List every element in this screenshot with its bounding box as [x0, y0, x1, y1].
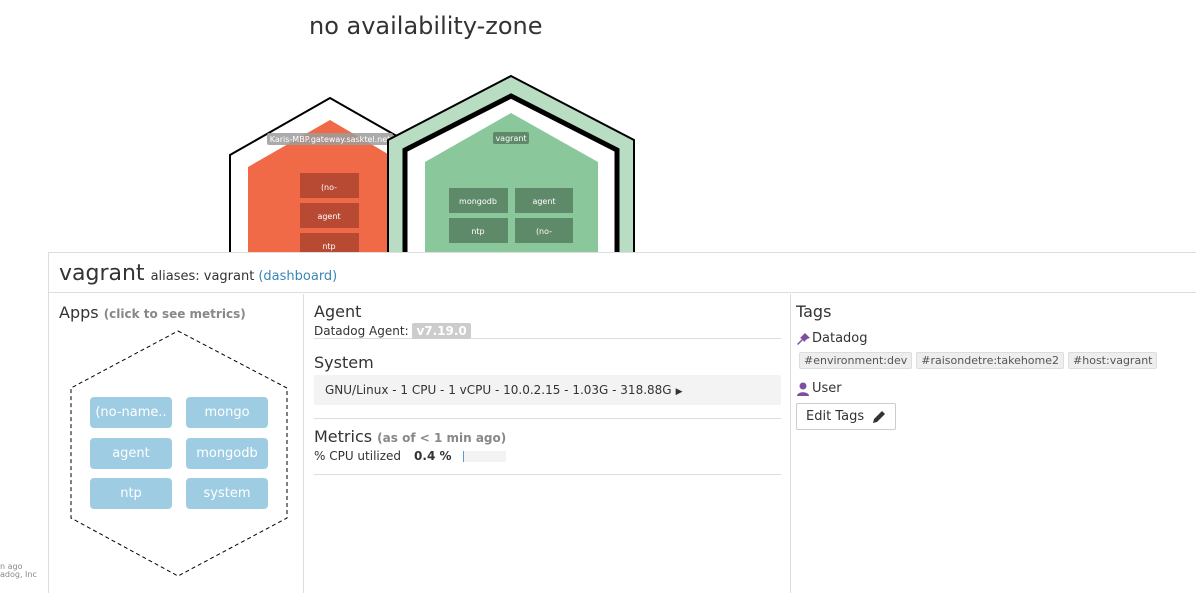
cpu-metric-label: % CPU utilized: [314, 449, 402, 463]
host-aliases: aliases: vagrant: [150, 269, 255, 284]
map-app-chip: agent: [532, 197, 555, 206]
map-app-chip: ntp: [322, 242, 335, 251]
tag-chip[interactable]: #raisondetre:takehome2: [916, 352, 1065, 369]
apps-hint: (click to see metrics): [103, 307, 246, 321]
tag-chip[interactable]: #host:vagrant: [1068, 352, 1158, 369]
metrics-block: Metrics (as of < 1 min ago) % CPU utiliz…: [314, 419, 781, 475]
map-app-chip: ntp: [471, 227, 484, 236]
metrics-title: Metrics: [314, 427, 373, 446]
app-button-agent[interactable]: agent: [90, 438, 172, 469]
host-info-section: Agent Datadog Agent: v7.19.0 System GNU/…: [304, 294, 791, 593]
map-app-chip: (no-: [321, 183, 337, 192]
map-app-chip: agent: [317, 212, 340, 221]
host-label-vagrant: vagrant: [495, 134, 526, 143]
tag-group-title: User: [812, 381, 842, 396]
host-label-karis: Karis-MBP.gateway.sasktel.net: [270, 135, 391, 144]
tags-section: Tags Datadog #environment:dev #raisondet…: [791, 294, 1196, 593]
pencil-icon: [873, 410, 886, 423]
agent-version-badge: v7.19.0: [412, 323, 471, 339]
app-button-ntp[interactable]: ntp: [90, 478, 172, 509]
cpu-metric-row[interactable]: % CPU utilized 0.4 %: [314, 449, 781, 463]
apps-heading: Apps (click to see metrics): [59, 303, 246, 322]
pin-icon: [797, 332, 810, 345]
tag-group-datadog: Datadog: [796, 331, 1196, 346]
tag-group-user: User: [796, 381, 1196, 396]
agent-block: Agent Datadog Agent: v7.19.0: [314, 294, 781, 339]
app-button-no-name[interactable]: (no-name..: [90, 397, 172, 428]
user-icon: [797, 382, 809, 396]
host-details-panel: vagrant aliases: vagrant (dashboard) App…: [48, 252, 1196, 593]
map-app-chip: mongodb: [459, 197, 497, 206]
app-button-system[interactable]: system: [186, 478, 268, 509]
agent-label: Datadog Agent:: [314, 324, 409, 338]
host-map: Karis-MBP.gateway.sasktel.net (no- agent…: [229, 74, 635, 260]
cpu-metric-value: 0.4 %: [414, 449, 452, 463]
footer-text: n ago adog, Inc: [0, 563, 37, 579]
apps-section: Apps (click to see metrics) (no-name.. m…: [49, 294, 304, 593]
panel-header: vagrant aliases: vagrant (dashboard): [49, 253, 1196, 293]
system-title: System: [314, 353, 374, 372]
edit-tags-label: Edit Tags: [806, 409, 865, 424]
footer-line: adog, Inc: [0, 570, 37, 579]
host-hex-vagrant[interactable]: vagrant mongodb agent ntp (no-: [387, 74, 635, 260]
dashboard-link[interactable]: (dashboard): [258, 269, 337, 284]
tags-title: Tags: [796, 302, 832, 321]
cpu-metric-fill: [462, 450, 464, 462]
host-name: vagrant: [59, 261, 145, 286]
app-button-mongodb[interactable]: mongodb: [186, 438, 268, 469]
agent-title: Agent: [314, 302, 362, 321]
tag-group-title: Datadog: [812, 331, 868, 346]
map-app-chip: (no-: [536, 227, 552, 236]
system-info-text: GNU/Linux - 1 CPU - 1 vCPU - 10.0.2.15 -…: [325, 383, 672, 397]
apps-title: Apps: [59, 303, 99, 322]
cpu-metric-bar: [462, 450, 506, 462]
system-info-toggle[interactable]: GNU/Linux - 1 CPU - 1 vCPU - 10.0.2.15 -…: [314, 375, 781, 405]
apps-hexagon: (no-name.. mongo agent mongodb ntp syste…: [69, 330, 289, 578]
caret-right-icon: ▶: [675, 387, 683, 397]
tag-chip[interactable]: #environment:dev: [799, 352, 913, 369]
system-block: System GNU/Linux - 1 CPU - 1 vCPU - 10.0…: [314, 345, 781, 419]
app-button-mongo[interactable]: mongo: [186, 397, 268, 428]
edit-tags-button[interactable]: Edit Tags: [796, 403, 897, 430]
agent-version-line: Datadog Agent: v7.19.0: [314, 323, 781, 339]
metrics-hint: (as of < 1 min ago): [377, 431, 507, 445]
datadog-tag-chips: #environment:dev #raisondetre:takehome2 …: [799, 352, 1196, 369]
